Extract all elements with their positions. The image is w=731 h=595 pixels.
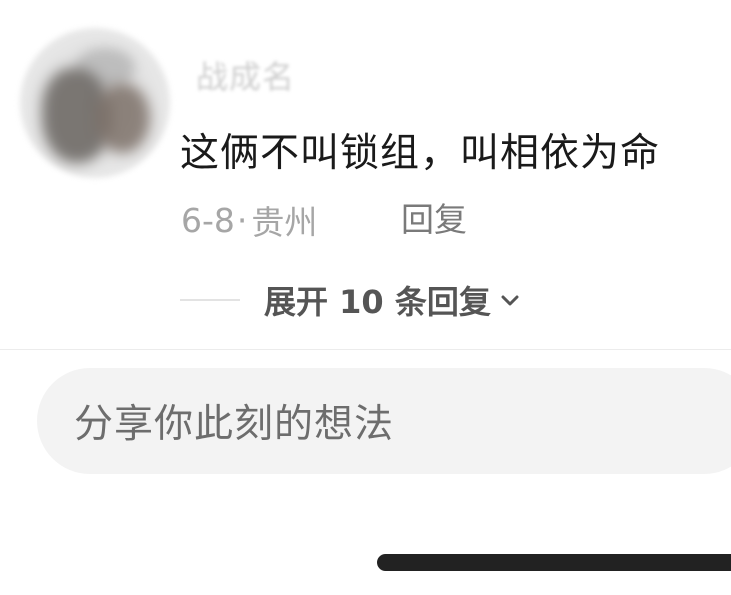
avatar[interactable] — [20, 28, 170, 178]
comment-meta: 6-8 · 贵州 — [181, 198, 318, 243]
expand-replies-row: 展开 10 条回复 — [180, 278, 521, 322]
username[interactable]: 战成名 — [196, 52, 295, 98]
section-divider — [0, 349, 731, 350]
comment-input-placeholder: 分享你此刻的想法 — [74, 402, 395, 447]
comment-text: 这俩不叫锁组，叫相依为命 — [180, 131, 661, 176]
comment-date: 6-8 — [181, 200, 235, 240]
expand-divider-line — [180, 299, 240, 301]
home-indicator[interactable] — [377, 554, 731, 571]
comment-screen: 战成名 这俩不叫锁组，叫相依为命 6-8 · 贵州 回复 展开 10 条回复 分… — [0, 0, 731, 595]
expand-replies-label: 展开 10 条回复 — [264, 283, 491, 321]
meta-separator: · — [236, 200, 248, 240]
reply-button[interactable]: 回复 — [401, 198, 467, 242]
comment-location: 贵州 — [251, 203, 318, 242]
chevron-down-icon — [501, 295, 519, 306]
comment-input[interactable]: 分享你此刻的想法 — [37, 368, 731, 474]
expand-replies-button[interactable]: 展开 10 条回复 — [264, 277, 521, 323]
